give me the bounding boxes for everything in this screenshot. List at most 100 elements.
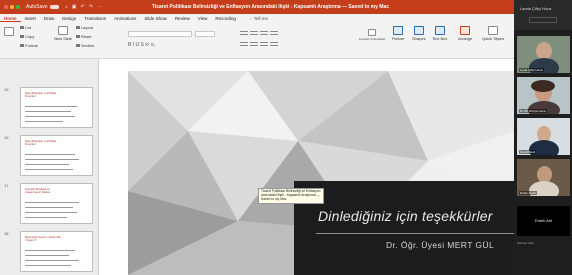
- slide-preview-title: Olası Bulgular ve Politika Önerileri: [25, 91, 57, 99]
- font-size-select[interactable]: [195, 31, 215, 37]
- quick-styles-label: Quick Styles: [482, 36, 505, 41]
- paragraph-align-buttons[interactable]: [240, 42, 278, 46]
- paste-button[interactable]: [4, 27, 14, 36]
- ribbon-tabs: Home Insert Draw Design Transitions Anim…: [0, 14, 514, 23]
- participant-video[interactable]: Leyla Çiftçi Hoca: [517, 36, 570, 73]
- tab-design[interactable]: Design: [58, 16, 80, 21]
- copy-icon: [20, 35, 24, 38]
- tell-me-label: Tell me: [253, 16, 269, 21]
- arrange-label: Arrange: [458, 36, 473, 41]
- arrange-icon: [460, 26, 471, 35]
- quick-styles-icon: [488, 26, 499, 35]
- minimize-window-button[interactable]: [10, 5, 14, 9]
- home-icon[interactable]: ⌂: [65, 4, 68, 10]
- new-slide-label: New Slide: [54, 36, 73, 41]
- slide-preview: Olası Bulgular ve Politika Önerileri: [20, 87, 93, 128]
- section-button[interactable]: Section: [76, 43, 94, 48]
- slide-preview-title: Olası Bulgular ve Politika Önerileri: [25, 139, 57, 147]
- arrange-button[interactable]: Arrange: [458, 26, 472, 41]
- cut-button[interactable]: Cut: [20, 25, 31, 30]
- copy-label: Copy: [25, 34, 35, 39]
- participant-name: Bu Bir Dünya Hoca: [519, 109, 547, 113]
- convert-smartart-button[interactable]: Convert to SmartArt: [358, 29, 386, 41]
- reset-button[interactable]: Reset: [76, 34, 91, 39]
- reset-label: Reset: [81, 34, 92, 39]
- font-name-select[interactable]: [128, 31, 192, 37]
- tab-draw[interactable]: Draw: [40, 16, 59, 21]
- cut-label: Cut: [25, 25, 32, 30]
- thank-you-text[interactable]: Dinlediğiniz için teşekkürler: [318, 208, 493, 224]
- slide-number: 18: [4, 231, 9, 236]
- ribbon-home: Cut Copy Format New Slide Layout Reset S…: [0, 23, 514, 59]
- tab-slide-show[interactable]: Slide Show: [140, 16, 171, 21]
- reset-icon: [76, 35, 80, 38]
- slide-thumbnail-panel[interactable]: 15 Olası Bulgular ve Politika Önerileri …: [0, 59, 99, 275]
- redo-icon[interactable]: ↷: [89, 4, 93, 10]
- participant-video[interactable]: Bu Bir Dünya Hoca: [517, 77, 570, 114]
- slide-preview: Literatür Boşluğu ve Araştırmanın Katkıs…: [20, 183, 93, 224]
- shapes-icon: [413, 26, 424, 35]
- format-painter-button[interactable]: Format: [20, 43, 38, 48]
- picture-label: Picture: [392, 36, 405, 41]
- participant-video[interactable]: Cemil Benli: [517, 118, 570, 155]
- autosave-label: AutoSave: [26, 4, 48, 10]
- tab-animations[interactable]: Animations: [110, 16, 140, 21]
- slide-number: 16: [4, 135, 9, 140]
- host-name: Lamia Çiftçi Hoca: [520, 6, 552, 11]
- tab-review[interactable]: Review: [171, 16, 194, 21]
- video-call-panel: Lamia Çiftçi Hoca Leyla Çiftçi Hoca Bu B…: [514, 0, 572, 275]
- picture-icon: [393, 26, 404, 35]
- participant-name: Cemil Benli: [519, 150, 537, 154]
- participant-video[interactable]: Erhan Aydın: [517, 159, 570, 196]
- smartart-icon: [368, 29, 376, 36]
- shapes-button[interactable]: Shapes: [412, 26, 426, 41]
- shapes-label: Shapes: [412, 36, 426, 41]
- participant-name: Emek Atıl: [535, 218, 552, 223]
- text-box-button[interactable]: Text Box: [432, 26, 447, 41]
- window-controls: [4, 5, 20, 9]
- toggle-switch-icon: [49, 5, 59, 9]
- convert-smartart-label: Convert to SmartArt: [358, 37, 386, 41]
- author-text[interactable]: Dr. Öğr. Üyesi MERT GÜL: [386, 240, 494, 250]
- divider-line: [316, 233, 514, 234]
- format-label: Format: [25, 43, 38, 48]
- title-bar: AutoSave ⌂ ▣ ↶ ↷ ⋯ Ticaret Politikası Be…: [0, 0, 514, 14]
- participant-video-off[interactable]: Emek Atıl: [517, 206, 570, 236]
- scissors-icon: [20, 26, 24, 29]
- paste-icon: [4, 27, 14, 36]
- slide-canvas[interactable]: Dinlediğiniz için teşekkürler Dr. Öğr. Ü…: [128, 71, 514, 275]
- copy-button[interactable]: Copy: [20, 34, 34, 39]
- tab-home[interactable]: Home: [0, 16, 21, 22]
- new-slide-button[interactable]: New Slide: [54, 26, 72, 41]
- tab-recording[interactable]: Recording: [211, 16, 240, 21]
- save-icon[interactable]: ▣: [72, 4, 77, 10]
- slide-number: 15: [4, 87, 9, 92]
- text-box-label: Text Box: [432, 36, 448, 41]
- autosave-toggle[interactable]: AutoSave: [26, 4, 59, 10]
- tab-transitions[interactable]: Transitions: [80, 16, 110, 21]
- participant-hair: [531, 80, 555, 92]
- closing-banner: [294, 181, 514, 275]
- paragraph-list-buttons[interactable]: [240, 31, 278, 35]
- powerpoint-window: AutoSave ⌂ ▣ ↶ ↷ ⋯ Ticaret Politikası Be…: [0, 0, 572, 275]
- view-toggle-button[interactable]: [529, 17, 557, 23]
- zoom-window-button[interactable]: [16, 5, 20, 9]
- brush-icon: [20, 44, 24, 47]
- undo-icon[interactable]: ↶: [80, 4, 84, 10]
- video-panel-header: Lamia Çiftçi Hoca: [514, 0, 572, 30]
- video-footer-text: Hizmet Tıkla: [517, 241, 534, 245]
- document-title: Ticaret Politikası Belirsizliği ve Enfla…: [151, 4, 389, 10]
- section-label: Section: [81, 43, 95, 48]
- more-icon[interactable]: ⋯: [97, 4, 102, 10]
- tell-me-search[interactable]: ◌ Tell me: [246, 16, 272, 21]
- section-icon: [76, 44, 80, 47]
- tab-insert[interactable]: Insert: [21, 16, 40, 21]
- quick-styles-button[interactable]: Quick Styles: [482, 26, 504, 41]
- tab-view[interactable]: View: [194, 16, 212, 21]
- picture-button[interactable]: Picture: [392, 26, 404, 41]
- close-window-button[interactable]: [4, 5, 8, 9]
- font-format-buttons[interactable]: B I U S x² x₂: [128, 42, 155, 48]
- layout-button[interactable]: Layout: [76, 25, 93, 30]
- slide-preview-title: Literatür Boşluğu ve Araştırmanın Katkıs…: [25, 187, 51, 195]
- participant-name: Erhan Aydın: [519, 191, 538, 195]
